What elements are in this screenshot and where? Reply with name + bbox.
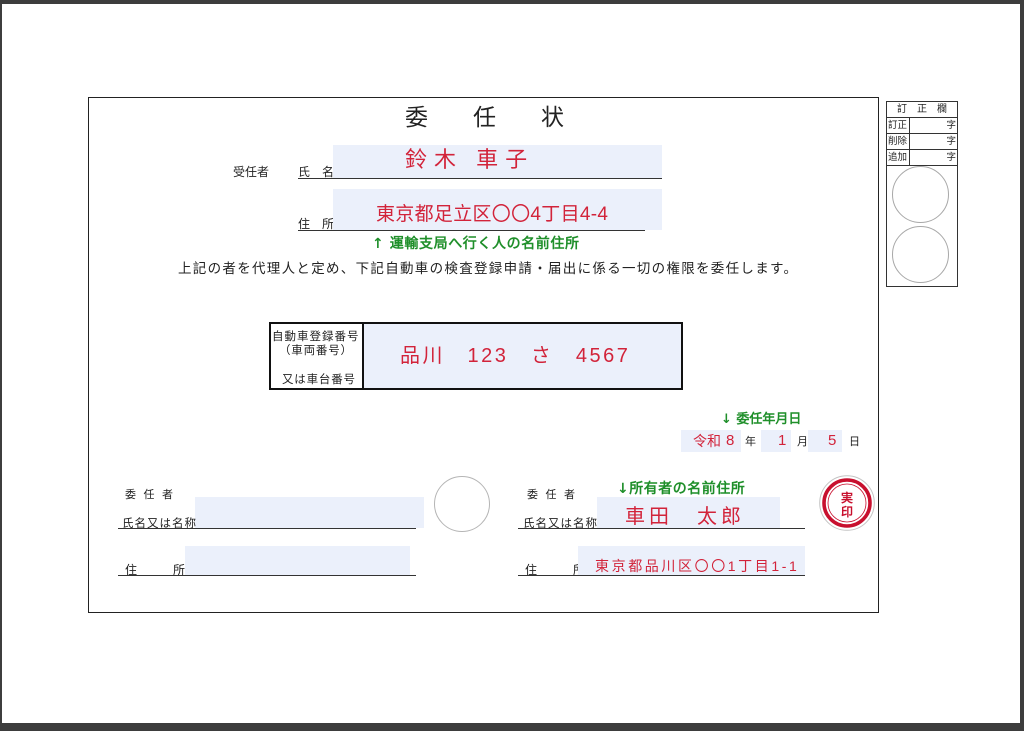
seal-char-2: 印 [841, 505, 853, 519]
date-year-unit: 年 [745, 435, 756, 448]
delegator-right-section-label: 委 任 者 [527, 488, 577, 501]
correction-row-label: 訂正 [887, 118, 910, 133]
proxy-address-underline [298, 230, 645, 231]
correction-row-delete: 削除 字 [887, 134, 957, 150]
delegator-right-address-underline [518, 575, 805, 576]
proxy-name-label: 氏 名 [298, 165, 335, 179]
correction-row-unit: 字 [946, 152, 956, 163]
document-page: 委 任 状 受任者 氏 名 鈴木 車子 住 所 東京都足立区〇〇4丁目4-4 ↑… [0, 0, 1024, 731]
proxy-address-label: 住 所 [298, 217, 335, 231]
vehicle-box-divider [362, 322, 364, 390]
correction-seal-circle-icon [892, 166, 949, 223]
correction-row-label: 追加 [887, 150, 910, 165]
owner-guide-note: ↓所有者の名前住所 [617, 481, 746, 497]
proxy-name-underline [298, 178, 662, 179]
delegator-left-address-field[interactable] [185, 546, 410, 575]
date-day-field[interactable]: 5 [808, 430, 842, 452]
correction-row-unit: 字 [946, 136, 956, 147]
delegator-right-name-underline [518, 528, 805, 529]
seal-placeholder-circle-icon [434, 476, 490, 532]
delegator-right-name-field[interactable]: 車田 太郎 [597, 497, 780, 528]
date-era[interactable]: 令和 [693, 434, 721, 448]
delegator-left-name-field[interactable] [195, 497, 424, 528]
proxy-section-label: 受任者 [233, 165, 270, 179]
form-title: 委 任 状 [405, 105, 575, 131]
proxy-name-value[interactable]: 鈴木 車子 [405, 149, 534, 171]
proxy-name-field[interactable]: 鈴木 車子 [333, 145, 662, 178]
correction-row-add: 追加 字 [887, 150, 957, 166]
correction-row-label: 削除 [887, 134, 910, 149]
date-month-field[interactable]: 1 [761, 430, 791, 452]
date-day[interactable]: 5 [828, 433, 836, 448]
date-year[interactable]: 8 [726, 433, 734, 448]
proxy-guide-note: ↑ 運輸支局へ行く人の名前住所 [372, 236, 580, 252]
date-month-unit: 月 [797, 435, 808, 448]
jitsuin-seal-icon: 実 印 [819, 475, 875, 531]
proxy-address-value[interactable]: 東京都足立区〇〇4丁目4-4 [376, 205, 608, 224]
delegation-statement: 上記の者を代理人と定め、下記自動車の検査登録申請・届出に係る一切の権限を委任しま… [178, 261, 799, 277]
date-day-unit: 日 [849, 435, 860, 448]
correction-row-revise: 訂正 字 [887, 118, 957, 134]
delegator-right-address-value[interactable]: 東京都品川区〇〇1丁目1-1 [595, 559, 799, 573]
delegator-right-name-value[interactable]: 車田 太郎 [625, 507, 745, 527]
date-guide-note: ↓ 委任年月日 [721, 412, 802, 427]
correction-row-unit: 字 [946, 120, 956, 131]
vehicle-label-line-1: 自動車登録番号 [272, 329, 360, 343]
vehicle-label-line-2: （車両番号） [279, 343, 353, 357]
correction-box: 訂 正 欄 訂正 字 削除 字 追加 字 [886, 101, 958, 287]
vehicle-label-line-3: 又は車台番号 [282, 372, 356, 386]
proxy-address-field[interactable]: 東京都足立区〇〇4丁目4-4 [333, 189, 662, 230]
correction-seal-circle-icon [892, 226, 949, 283]
delegator-right-address-field[interactable]: 東京都品川区〇〇1丁目1-1 [578, 546, 805, 575]
delegator-left-name-underline [118, 528, 416, 529]
correction-box-title: 訂 正 欄 [887, 102, 957, 118]
seal-char-1: 実 [841, 490, 853, 505]
date-month[interactable]: 1 [778, 433, 786, 448]
date-era-year-field[interactable]: 令和 8 [681, 430, 741, 452]
delegator-left-section-label: 委 任 者 [125, 488, 175, 501]
delegator-left-address-underline [118, 575, 416, 576]
